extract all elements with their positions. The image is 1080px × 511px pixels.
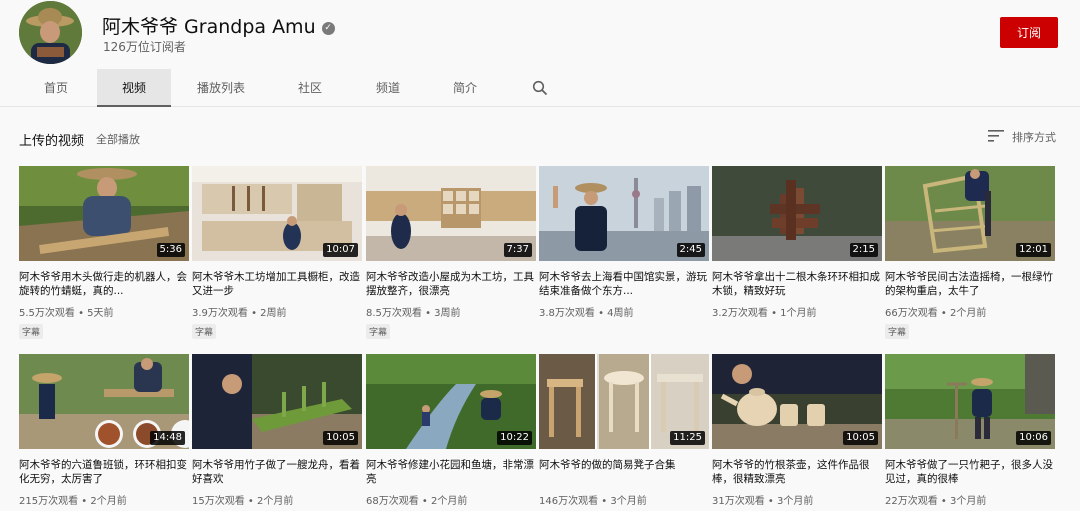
video-title[interactable]: 阿木爷爷修建小花园和鱼塘，非常漂亮 — [366, 458, 536, 486]
video-card[interactable]: 10:22 阿木爷爷修建小花园和鱼塘，非常漂亮 68万次观看 • 2个月前 — [366, 354, 536, 507]
video-card[interactable]: 5:36 阿木爷爷用木头做行走的机器人，会旋转的竹蜻蜓，真的... 5.5万次观… — [19, 166, 189, 339]
sort-button[interactable]: 排序方式 — [1012, 129, 1056, 145]
video-meta: 66万次观看 • 2个月前 — [885, 308, 987, 319]
video-duration: 10:22 — [497, 431, 532, 445]
video-title[interactable]: 阿木爷爷用竹子做了一艘龙舟，看着好喜欢 — [192, 458, 362, 486]
video-thumbnail[interactable]: 2:45 — [539, 166, 709, 261]
video-thumbnail[interactable]: 10:06 — [885, 354, 1055, 449]
video-meta: 68万次观看 • 2个月前 — [366, 496, 468, 507]
tab-playlists[interactable]: 播放列表 — [185, 69, 257, 107]
video-duration: 2:45 — [676, 243, 705, 257]
channel-avatar[interactable] — [19, 1, 82, 64]
video-meta: 31万次观看 • 3个月前 — [712, 496, 814, 507]
video-meta: 3.2万次观看 • 1个月前 — [712, 308, 817, 319]
video-title[interactable]: 阿木爷爷去上海看中国馆实景，游玩结束准备做个东方... — [539, 270, 709, 298]
video-card[interactable]: 2:15 阿木爷爷拿出十二根木条环环相扣成木锁，精致好玩 3.2万次观看 • 1… — [712, 166, 882, 319]
video-title[interactable]: 阿木爷爷的竹根茶壶，这件作品很棒，很精致漂亮 — [712, 458, 882, 486]
video-duration: 14:48 — [150, 431, 185, 445]
tab-home[interactable]: 首页 — [20, 69, 92, 107]
video-title[interactable]: 阿木爷爷民间古法造摇椅，一根绿竹的架构重启，太牛了 — [885, 270, 1055, 298]
video-duration: 12:01 — [1016, 243, 1051, 257]
video-thumbnail[interactable]: 12:01 — [885, 166, 1055, 261]
channel-header: 阿木爷爷 Grandpa Amu ✓ 126万位订阅者 订阅 — [0, 0, 1080, 69]
video-duration: 10:06 — [1016, 431, 1051, 445]
video-card[interactable]: 11:25 阿木爷爷的做的简易凳子合集 146万次观看 • 3个月前 — [539, 354, 709, 507]
video-card[interactable]: 12:01 阿木爷爷民间古法造摇椅，一根绿竹的架构重启，太牛了 66万次观看 •… — [885, 166, 1055, 339]
tab-videos[interactable]: 视频 — [97, 69, 171, 107]
video-title[interactable]: 阿木爷爷的六道鲁班锁，环环相扣变化无穷，太厉害了 — [19, 458, 189, 486]
video-card[interactable]: 7:37 阿木爷爷改造小屋成为木工坊，工具摆放整齐，很漂亮 8.5万次观看 • … — [366, 166, 536, 339]
tab-community[interactable]: 社区 — [274, 69, 346, 107]
video-meta: 22万次观看 • 3个月前 — [885, 496, 987, 507]
video-duration: 10:05 — [323, 431, 358, 445]
tab-channels[interactable]: 频道 — [352, 69, 424, 107]
video-thumbnail[interactable]: 10:07 — [192, 166, 362, 261]
video-duration: 7:37 — [503, 243, 532, 257]
video-meta: 215万次观看 • 2个月前 — [19, 496, 127, 507]
video-meta: 8.5万次观看 • 3周前 — [366, 308, 461, 319]
tab-about[interactable]: 简介 — [429, 69, 501, 107]
video-title[interactable]: 阿木爷爷拿出十二根木条环环相扣成木锁，精致好玩 — [712, 270, 882, 298]
video-duration: 10:05 — [843, 431, 878, 445]
video-title[interactable]: 阿木爷爷木工坊增加工具橱柜，改造又进一步 — [192, 270, 362, 298]
subscriber-count: 126万位订阅者 — [103, 40, 186, 54]
video-card[interactable]: 2:45 阿木爷爷去上海看中国馆实景，游玩结束准备做个东方... 3.8万次观看… — [539, 166, 709, 319]
video-meta: 5.5万次观看 • 5天前 — [19, 308, 114, 319]
video-title[interactable]: 阿木爷爷做了一只竹耙子，很多人没见过，真的很棒 — [885, 458, 1055, 486]
video-meta: 15万次观看 • 2个月前 — [192, 496, 294, 507]
video-thumbnail[interactable]: 10:05 — [192, 354, 362, 449]
video-thumbnail[interactable]: 10:05 — [712, 354, 882, 449]
video-title[interactable]: 阿木爷爷用木头做行走的机器人，会旋转的竹蜻蜓，真的... — [19, 270, 189, 298]
video-card[interactable]: 10:05 阿木爷爷用竹子做了一艘龙舟，看着好喜欢 15万次观看 • 2个月前 — [192, 354, 362, 507]
video-thumbnail[interactable]: 14:48 — [19, 354, 189, 449]
sort-icon[interactable] — [988, 130, 1004, 142]
video-card[interactable]: 10:05 阿木爷爷的竹根茶壶，这件作品很棒，很精致漂亮 31万次观看 • 3个… — [712, 354, 882, 507]
video-duration: 10:07 — [323, 243, 358, 257]
video-title[interactable]: 阿木爷爷的做的简易凳子合集 — [539, 458, 709, 486]
video-card[interactable]: 10:07 阿木爷爷木工坊增加工具橱柜，改造又进一步 3.9万次观看 • 2周前… — [192, 166, 362, 339]
video-meta: 3.8万次观看 • 4周前 — [539, 308, 634, 319]
video-thumbnail[interactable]: 10:22 — [366, 354, 536, 449]
video-title[interactable]: 阿木爷爷改造小屋成为木工坊，工具摆放整齐，很漂亮 — [366, 270, 536, 298]
video-duration: 5:36 — [156, 243, 185, 257]
video-thumbnail[interactable]: 2:15 — [712, 166, 882, 261]
section-title: 上传的视频 — [19, 134, 85, 149]
video-card[interactable]: 14:48 阿木爷爷的六道鲁班锁，环环相扣变化无穷，太厉害了 215万次观看 •… — [19, 354, 189, 507]
video-duration: 11:25 — [670, 431, 705, 445]
video-thumbnail[interactable]: 5:36 — [19, 166, 189, 261]
caption-badge: 字幕 — [19, 324, 44, 339]
verified-icon: ✓ — [321, 22, 335, 35]
caption-badge: 字幕 — [192, 324, 217, 339]
caption-badge: 字幕 — [366, 324, 391, 339]
video-thumbnail[interactable]: 11:25 — [539, 354, 709, 449]
play-all-button[interactable]: 全部播放 — [96, 131, 140, 147]
channel-name-text: 阿木爷爷 Grandpa Amu — [102, 16, 316, 38]
caption-badge: 字幕 — [885, 324, 910, 339]
video-card[interactable]: 10:06 阿木爷爷做了一只竹耙子，很多人没见过，真的很棒 22万次观看 • 3… — [885, 354, 1055, 507]
video-thumbnail[interactable]: 7:37 — [366, 166, 536, 261]
video-duration: 2:15 — [849, 243, 878, 257]
video-meta: 3.9万次观看 • 2周前 — [192, 308, 287, 319]
subscribe-button[interactable]: 订阅 — [1000, 17, 1058, 48]
channel-name: 阿木爷爷 Grandpa Amu ✓ — [102, 12, 335, 39]
video-meta: 146万次观看 • 3个月前 — [539, 496, 647, 507]
search-icon[interactable] — [532, 80, 548, 96]
